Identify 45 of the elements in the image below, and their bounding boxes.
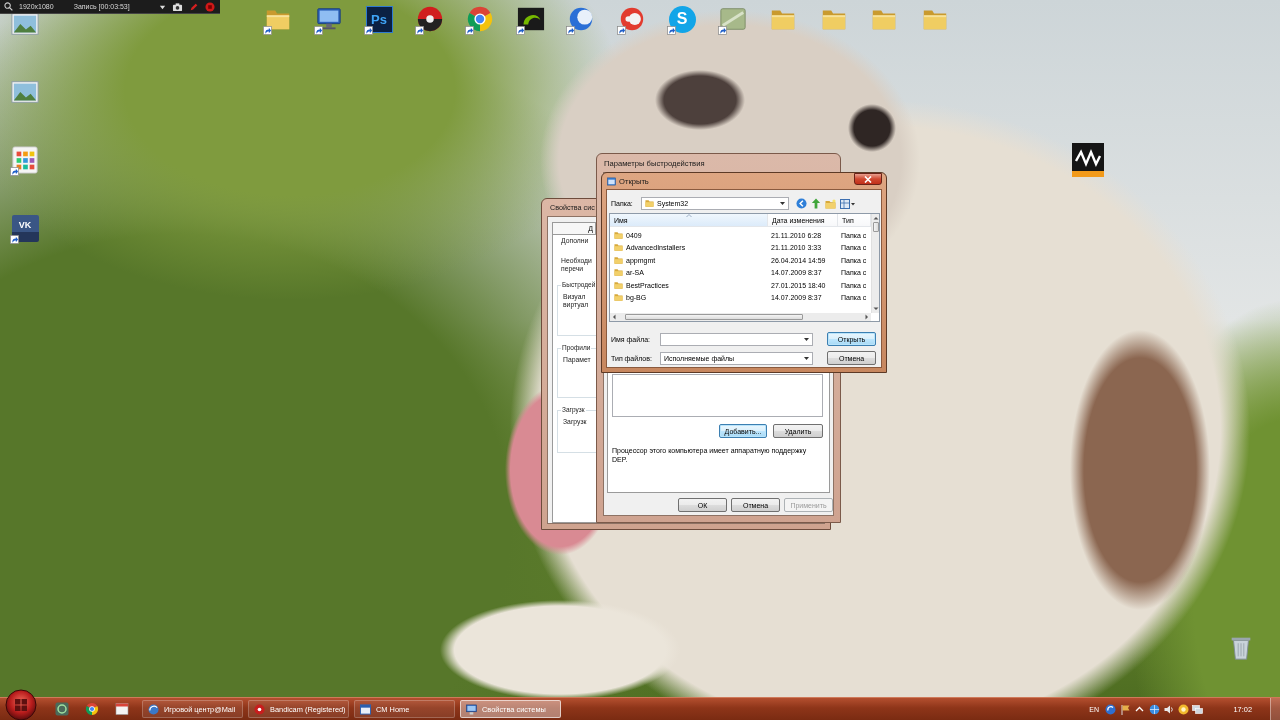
- zigzag-icon[interactable]: [1072, 143, 1104, 177]
- scroll-up-arrow-icon[interactable]: [872, 216, 879, 220]
- list-box[interactable]: [612, 374, 823, 417]
- color-wheel-icon[interactable]: [466, 5, 494, 33]
- disc-icon[interactable]: [415, 5, 444, 33]
- ring-icon[interactable]: [55, 702, 69, 716]
- coin-icon[interactable]: [1177, 703, 1189, 715]
- view-menu-icon[interactable]: [840, 198, 855, 209]
- disc-icon: [148, 703, 159, 715]
- speaker-icon[interactable]: [1163, 703, 1174, 715]
- monitor-icon: [466, 703, 477, 715]
- app-icon: [607, 176, 616, 186]
- globe-icon[interactable]: [1148, 703, 1160, 715]
- crescent-icon[interactable]: [567, 5, 595, 33]
- file-name-field[interactable]: [660, 332, 813, 346]
- camera-icon[interactable]: [172, 1, 183, 12]
- scroll-thumb[interactable]: [872, 222, 879, 232]
- start-button[interactable]: [3, 689, 39, 720]
- network-icon[interactable]: [1192, 703, 1203, 715]
- flag-icon[interactable]: [1119, 703, 1131, 715]
- scrollbar[interactable]: [871, 214, 879, 313]
- window-icon: [360, 703, 371, 715]
- scrollbar[interactable]: [610, 313, 871, 321]
- record-icon: [254, 703, 265, 715]
- dropdown-arrow-icon: [803, 335, 810, 343]
- scroll-thumb[interactable]: [625, 314, 803, 320]
- tiles-icon[interactable]: [11, 146, 39, 174]
- up-arrow-icon[interactable]: [811, 198, 821, 209]
- window-icon[interactable]: [115, 702, 129, 716]
- close-button[interactable]: [854, 173, 882, 185]
- card-icon[interactable]: [718, 5, 747, 33]
- scroll-down-arrow-icon[interactable]: [872, 307, 879, 311]
- back-icon[interactable]: [796, 198, 807, 209]
- close-icon: [864, 175, 872, 183]
- folder-icon: [645, 199, 654, 208]
- color-wheel-icon[interactable]: [85, 702, 99, 716]
- disc-icon[interactable]: [1105, 703, 1116, 715]
- show-desktop-button[interactable]: [1270, 698, 1280, 720]
- dropdown-arrow-icon: [803, 354, 810, 362]
- scroll-right-arrow-icon[interactable]: [865, 314, 869, 320]
- search-icon[interactable]: [4, 2, 13, 11]
- dropdown-arrow-icon: [779, 200, 786, 207]
- stop-icon[interactable]: [205, 1, 215, 12]
- pencil-icon[interactable]: [189, 1, 199, 12]
- scroll-left-arrow-icon[interactable]: [612, 314, 616, 320]
